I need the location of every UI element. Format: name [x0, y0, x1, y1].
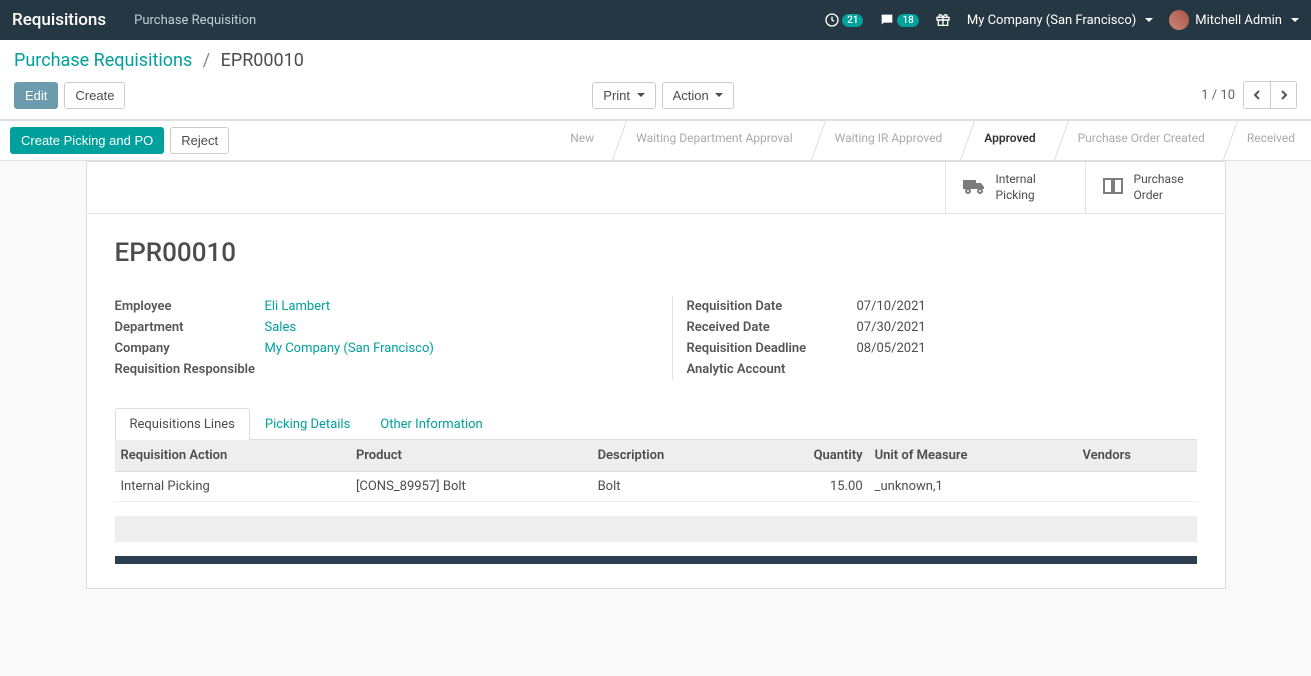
field-employee[interactable]: Eli Lambert — [265, 299, 626, 314]
breadcrumb-root[interactable]: Purchase Requisitions — [14, 50, 192, 71]
create-picking-po-button[interactable]: Create Picking and PO — [10, 127, 164, 154]
activity-badge: 21 — [842, 14, 863, 27]
col-description: Description — [592, 440, 748, 472]
label-responsible: Requisition Responsible — [115, 362, 265, 377]
edit-button[interactable]: Edit — [14, 82, 58, 109]
stage-waiting-ir-approved[interactable]: Waiting IR Approved — [809, 121, 959, 160]
field-department[interactable]: Sales — [265, 320, 626, 335]
table-row[interactable]: Internal Picking[CONS_89957] BoltBolt15.… — [115, 472, 1197, 502]
status-bar: Create Picking and PO Reject NewWaiting … — [0, 120, 1311, 161]
sheet-bottom-bar — [115, 556, 1197, 564]
label-deadline: Requisition Deadline — [687, 341, 857, 356]
label-employee: Employee — [115, 299, 265, 314]
stat-purchase-order[interactable]: PurchaseOrder — [1085, 162, 1225, 213]
activity-icon[interactable]: 21 — [824, 12, 863, 28]
breadcrumb-sep: / — [203, 50, 210, 71]
app-brand[interactable]: Requisitions — [12, 10, 106, 30]
book-icon — [1102, 177, 1124, 199]
tab-requisitions-lines[interactable]: Requisitions Lines — [115, 408, 250, 440]
field-analytic — [857, 362, 1197, 377]
label-reqdate: Requisition Date — [687, 299, 857, 314]
tab-picking-details[interactable]: Picking Details — [250, 408, 365, 440]
tab-other-information[interactable]: Other Information — [365, 408, 497, 440]
truck-icon — [962, 177, 986, 199]
field-deadline: 08/05/2021 — [857, 341, 1197, 356]
form-sheet: InternalPicking PurchaseOrder EPR00010 E… — [86, 161, 1226, 589]
messages-icon[interactable]: 18 — [879, 12, 918, 28]
stage-new[interactable]: New — [544, 121, 610, 160]
requisition-lines-table: Requisition ActionProductDescriptionQuan… — [115, 440, 1197, 502]
col-quantity: Quantity — [748, 440, 869, 472]
pager-next[interactable] — [1270, 82, 1296, 108]
stage-purchase-order-created[interactable]: Purchase Order Created — [1052, 121, 1221, 160]
pager-prev[interactable] — [1244, 82, 1270, 108]
control-panel: Purchase Requisitions / EPR00010 Edit Cr… — [0, 40, 1311, 120]
company-switcher[interactable]: My Company (San Francisco) — [967, 13, 1153, 28]
label-company: Company — [115, 341, 265, 356]
messages-badge: 18 — [897, 14, 918, 27]
record-title: EPR00010 — [115, 238, 1197, 268]
stage-waiting-department-approval[interactable]: Waiting Department Approval — [610, 121, 808, 160]
field-reqdate: 07/10/2021 — [857, 299, 1197, 314]
breadcrumb: Purchase Requisitions / EPR00010 — [14, 50, 1297, 71]
label-analytic: Analytic Account — [687, 362, 857, 377]
table-footer — [115, 516, 1197, 542]
create-button[interactable]: Create — [64, 82, 125, 109]
user-menu[interactable]: Mitchell Admin — [1169, 10, 1299, 30]
avatar — [1169, 10, 1189, 30]
breadcrumb-current: EPR00010 — [221, 50, 304, 71]
action-dropdown[interactable]: Action — [662, 82, 735, 109]
field-recvdate: 07/30/2021 — [857, 320, 1197, 335]
nav-menu-purchase-requisition[interactable]: Purchase Requisition — [134, 13, 256, 28]
gift-icon[interactable] — [935, 12, 951, 28]
field-responsible — [265, 362, 626, 377]
col-requisition-action: Requisition Action — [115, 440, 350, 472]
label-recvdate: Received Date — [687, 320, 857, 335]
field-company[interactable]: My Company (San Francisco) — [265, 341, 626, 356]
stat-internal-picking[interactable]: InternalPicking — [945, 162, 1085, 213]
col-vendors: Vendors — [1077, 440, 1197, 472]
col-product: Product — [350, 440, 592, 472]
print-dropdown[interactable]: Print — [592, 82, 655, 109]
reject-button[interactable]: Reject — [170, 127, 229, 154]
pager-text[interactable]: 1 / 10 — [1201, 88, 1235, 103]
label-department: Department — [115, 320, 265, 335]
top-navbar: Requisitions Purchase Requisition 21 18 … — [0, 0, 1311, 40]
col-unit-of-measure: Unit of Measure — [869, 440, 1077, 472]
